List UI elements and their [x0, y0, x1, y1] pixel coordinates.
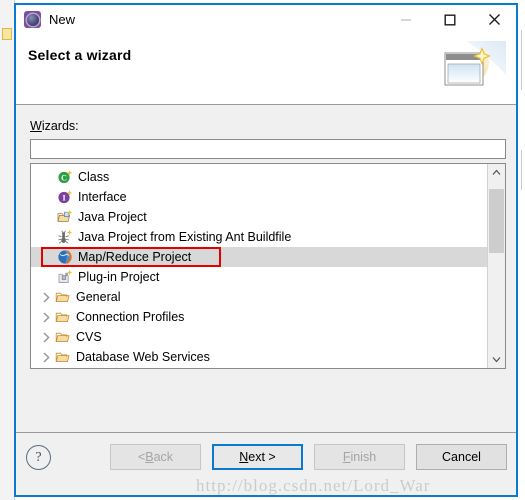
plugin-project-icon — [57, 269, 73, 285]
java-project-icon — [57, 209, 73, 225]
cancel-button[interactable]: Cancel — [416, 444, 507, 470]
tree-item-label: Plug-in Project — [78, 270, 160, 284]
folder-icon — [55, 289, 71, 305]
scrollbar-track[interactable] — [488, 181, 505, 351]
next-button-post: ext > — [248, 450, 276, 464]
java-interface-icon: I — [57, 189, 73, 205]
folder-icon — [55, 349, 71, 365]
tree-item-database-web-services[interactable]: Database Web Services — [31, 347, 487, 367]
page-title: Select a wizard — [28, 47, 132, 63]
tree-item-label: General — [76, 290, 121, 304]
scrollbar-thumb[interactable] — [489, 189, 504, 253]
background-window-sliver — [0, 0, 15, 500]
chevron-right-icon[interactable] — [39, 330, 53, 344]
tree-item-java-project[interactable]: Java Project — [31, 207, 487, 227]
scroll-up-icon[interactable] — [488, 164, 505, 181]
tree-item-label: Map/Reduce Project — [78, 250, 192, 264]
folder-icon — [55, 309, 71, 325]
minimize-icon[interactable] — [384, 5, 428, 34]
close-icon[interactable] — [472, 5, 516, 34]
dialog-titlebar[interactable]: New — [16, 5, 516, 34]
wizards-label-rest: izards: — [41, 119, 79, 133]
new-wizard-sparkle-icon — [436, 41, 506, 99]
tree-item-label: Connection Profiles — [76, 310, 185, 324]
next-button-mnemonic: N — [239, 450, 249, 464]
svg-text:C: C — [61, 174, 67, 183]
background-right-line-lower — [521, 150, 522, 190]
java-class-icon: C — [57, 169, 73, 185]
dialog-footer: ? < Back Next > Finish Cancel — [16, 432, 516, 495]
tree-item-interface[interactable]: I Interface — [31, 187, 487, 207]
tree-item-label: Class — [78, 170, 110, 184]
tree-item-label: Java Project from Existing Ant Buildfile — [78, 230, 292, 244]
tree-item-plugin-project[interactable]: Plug-in Project — [31, 267, 487, 287]
next-button[interactable]: Next > — [212, 444, 303, 470]
tree-item-connection-profiles[interactable]: Connection Profiles — [31, 307, 487, 327]
window-controls — [384, 5, 516, 34]
tree-item-label: CVS — [76, 330, 102, 344]
new-wizard-dialog: New Select a wizard Wizards: C Class I I… — [14, 3, 518, 497]
tree-item-label: Interface — [78, 190, 127, 204]
wizard-header: Select a wizard — [16, 34, 516, 105]
map-reduce-icon — [57, 249, 73, 265]
scroll-down-icon[interactable] — [488, 351, 505, 368]
back-button-pre: < — [137, 450, 146, 464]
eclipse-cog-icon — [24, 11, 41, 28]
tree-item-label: Database Web Services — [76, 350, 210, 364]
chevron-right-icon[interactable] — [39, 350, 53, 364]
tree-vertical-scrollbar[interactable] — [487, 164, 505, 368]
wizards-label: Wizards: — [30, 119, 79, 133]
dialog-title: New — [49, 12, 76, 27]
chevron-right-icon[interactable] — [39, 310, 53, 324]
background-window-icon — [2, 28, 12, 40]
tree-item-java-project-ant[interactable]: Java Project from Existing Ant Buildfile — [31, 227, 487, 247]
tree-item-cvs[interactable]: CVS — [31, 327, 487, 347]
help-button[interactable]: ? — [26, 445, 51, 470]
wizard-tree-box: C Class I Interface Java Project Java Pr… — [30, 163, 506, 369]
svg-text:I: I — [62, 194, 65, 203]
ant-buildfile-icon — [57, 229, 73, 245]
dialog-button-row: < Back Next > Finish Cancel — [110, 444, 507, 470]
tree-item-label: Java Project — [78, 210, 147, 224]
wizard-filter-input[interactable] — [30, 139, 506, 159]
chevron-right-icon[interactable] — [39, 290, 53, 304]
back-button[interactable]: < Back — [110, 444, 201, 470]
wizard-body: Wizards: C Class I Interface Java Projec… — [16, 105, 516, 432]
back-button-mnemonic: B — [145, 450, 154, 464]
tree-item-general[interactable]: General — [31, 287, 487, 307]
wizards-label-mnemonic: W — [30, 119, 42, 133]
back-button-post: ack — [153, 450, 174, 464]
tree-item-map-reduce-project[interactable]: Map/Reduce Project — [31, 247, 487, 267]
folder-icon — [55, 329, 71, 345]
finish-button-mnemonic: F — [342, 450, 351, 464]
tree-item-class[interactable]: C Class — [31, 167, 487, 187]
finish-button[interactable]: Finish — [314, 444, 405, 470]
wizard-tree-list[interactable]: C Class I Interface Java Project Java Pr… — [31, 164, 487, 368]
maximize-icon[interactable] — [428, 5, 472, 34]
background-right-line-upper — [521, 30, 522, 90]
finish-button-post: inish — [350, 450, 377, 464]
